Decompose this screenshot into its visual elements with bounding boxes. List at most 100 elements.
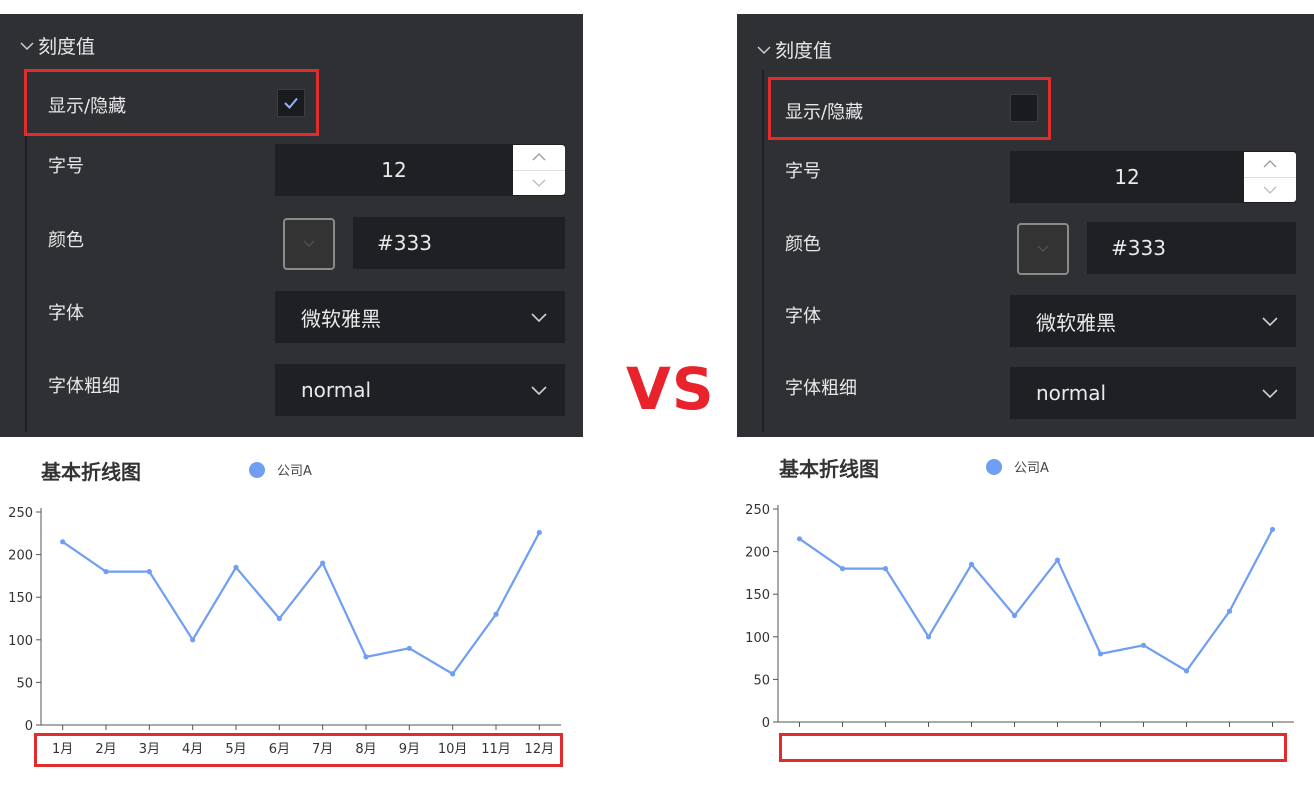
color-label: 颜色 [48,230,84,251]
show-hide-checkbox[interactable] [277,89,305,117]
y-tick-label: 100 [745,631,770,646]
data-point[interactable] [276,615,282,622]
data-point[interactable] [363,654,369,660]
chevron-down-icon [757,45,771,54]
chevron-down-icon [531,386,547,396]
font-size-input[interactable]: 12 [1010,151,1296,203]
legend-marker [986,458,1002,475]
data-point[interactable] [1097,651,1104,657]
font-family-value: 微软雅黑 [1036,310,1116,335]
data-point[interactable] [450,671,456,677]
data-point[interactable] [882,566,889,572]
line-chart-left: 0 50 100 150 200 250 1月 2月 3月 4月 5月 6月 7月 8月 9月 10月 11月 1… [8,506,561,757]
data-point[interactable] [233,564,239,570]
data-point[interactable] [796,536,803,542]
data-point[interactable] [925,634,932,640]
data-point[interactable] [1226,608,1233,614]
chevron-down-icon [1262,317,1278,327]
chevron-down-icon [1262,389,1278,399]
font-size-stepper[interactable] [513,145,565,195]
chart-title-left: 基本折线图 [41,460,141,484]
font-weight-value: normal [1036,381,1107,405]
x-tick-label: 6月 [269,742,290,757]
x-tick-label: 8月 [355,742,376,757]
legend-left[interactable]: 公司A [249,460,312,479]
data-point[interactable] [1269,526,1276,533]
color-hex-input[interactable]: #333 [353,217,565,269]
data-point[interactable] [190,637,196,643]
right-settings-panel: 刻度值 显示/隐藏 字号 12 颜色 #333 字体 微软雅黑 字体粗细 nor… [737,14,1314,437]
section-header-scale[interactable]: 刻度值 [755,36,832,63]
y-tick-label: 250 [745,503,770,518]
indent-guide [25,70,27,432]
font-family-value: 微软雅黑 [301,306,381,331]
font-size-label: 字号 [785,161,821,182]
chevron-down-icon [20,41,34,50]
line-chart-right: 0 50 100 150 200 250 [745,503,1294,731]
color-hex-value: #333 [377,231,432,255]
color-label: 颜色 [785,234,821,255]
vs-label: VS [626,355,715,423]
data-point[interactable] [406,645,412,651]
stepper-down[interactable] [1244,178,1296,203]
color-hex-input[interactable]: #333 [1087,222,1296,274]
font-family-label: 字体 [785,306,821,327]
font-family-label: 字体 [48,303,84,324]
data-point[interactable] [968,561,975,567]
data-point[interactable] [1183,668,1190,674]
font-size-stepper[interactable] [1244,152,1296,202]
x-tick-label: 1月 [52,742,73,757]
font-size-label: 字号 [48,156,84,177]
data-point[interactable] [839,566,846,572]
y-tick-label: 0 [762,716,770,731]
data-point[interactable] [493,611,499,617]
chevron-down-icon [303,240,315,247]
font-family-select[interactable]: 微软雅黑 [1010,295,1296,347]
data-point[interactable] [103,569,109,575]
font-weight-value: normal [301,378,372,402]
color-swatch[interactable] [1017,223,1069,275]
y-tick-label: 50 [16,676,33,691]
show-hide-label: 显示/隐藏 [48,96,127,117]
data-point[interactable] [1054,557,1061,563]
indent-guide [762,70,764,432]
x-tick-label: 5月 [225,742,246,757]
show-hide-label: 显示/隐藏 [785,102,864,123]
data-point[interactable] [146,569,152,575]
y-tick-label: 100 [8,634,33,649]
font-weight-label: 字体粗细 [48,376,120,397]
stepper-down[interactable] [513,171,565,196]
chevron-down-icon [531,313,547,323]
chevron-up-icon [1263,160,1277,168]
stepper-up[interactable] [513,145,565,171]
font-weight-select[interactable]: normal [275,364,565,416]
font-size-value: 12 [381,158,407,182]
data-point[interactable] [320,560,326,566]
series-line [62,531,541,676]
x-tick-label: 12月 [525,742,555,757]
section-title: 刻度值 [775,40,833,62]
color-swatch[interactable] [283,218,335,270]
section-title: 刻度值 [38,36,96,58]
y-tick-label: 250 [8,506,33,521]
data-point[interactable] [60,539,66,545]
font-family-select[interactable]: 微软雅黑 [275,291,565,343]
font-weight-label: 字体粗细 [785,378,857,399]
legend-right[interactable]: 公司A [986,457,1049,476]
chart-title-right: 基本折线图 [779,457,879,481]
font-size-input[interactable]: 12 [275,144,565,196]
stepper-up[interactable] [1244,152,1296,178]
font-weight-select[interactable]: normal [1010,367,1296,419]
show-hide-checkbox[interactable] [1010,94,1038,122]
data-point[interactable] [1011,612,1018,619]
x-tick-label: 10月 [438,742,468,757]
section-header-scale[interactable]: 刻度值 [18,32,95,59]
left-settings-panel: 刻度值 显示/隐藏 字号 12 颜色 #333 字体 微软雅黑 字体粗细 nor… [0,14,583,437]
y-tick-label: 200 [8,549,33,564]
x-tick-label: 3月 [139,742,160,757]
chevron-up-icon [532,153,546,161]
data-point[interactable] [536,529,542,536]
y-tick-label: 0 [25,719,33,734]
y-tick-label: 150 [745,588,770,603]
data-point[interactable] [1140,642,1147,648]
